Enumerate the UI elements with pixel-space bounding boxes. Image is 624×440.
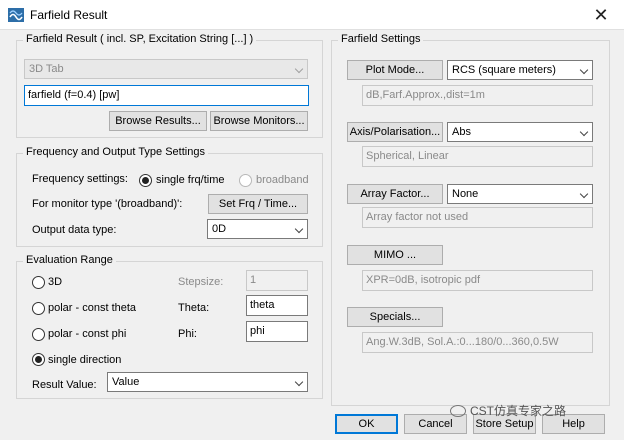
set-frq-time-button[interactable]: Set Frq / Time... [208, 194, 308, 214]
specials-button[interactable]: Specials... [347, 307, 443, 327]
result-value-label: Result Value: [32, 379, 97, 391]
axis-polarisation-button[interactable]: Axis/Polarisation... [347, 122, 443, 142]
title-bar: Farfield Result ✕ [0, 0, 624, 30]
result-name-field[interactable]: farfield (f=0.4) [pw] [24, 85, 309, 106]
ok-button[interactable]: OK [335, 414, 398, 434]
label-3d[interactable]: 3D [48, 276, 62, 288]
browse-monitors-button[interactable]: Browse Monitors... [210, 111, 308, 131]
theta-label: Theta: [178, 302, 210, 314]
stepsize-label: Stepsize: [178, 276, 224, 288]
mimo-button[interactable]: MIMO ... [347, 245, 443, 265]
group-title: Farfield Result ( incl. SP, Excitation S… [23, 33, 257, 45]
output-type-value: 0D [212, 223, 227, 235]
group-title: Evaluation Range [23, 254, 116, 266]
plot-mode-button[interactable]: Plot Mode... [347, 60, 443, 80]
array-factor-button[interactable]: Array Factor... [347, 184, 443, 204]
radio-3d[interactable] [32, 276, 45, 289]
label-polar-phi[interactable]: polar - const phi [48, 328, 126, 340]
chevron-down-icon [294, 377, 304, 387]
array-factor-select[interactable]: None [447, 184, 593, 204]
chevron-down-icon [579, 127, 589, 137]
mimo-info: XPR=0dB, isotropic pdf [362, 270, 593, 291]
phi-field[interactable]: phi [246, 321, 308, 342]
plot-mode-info: dB,Farf.Approx.,dist=1m [362, 85, 593, 106]
phi-label: Phi: [178, 328, 197, 340]
theta-field[interactable]: theta [246, 295, 308, 316]
tab-select: 3D Tab [24, 59, 308, 79]
single-frq-radio[interactable] [139, 174, 152, 187]
specials-info: Ang.W.3dB, Sol.A.:0...180/0...360,0.5W [362, 332, 593, 353]
array-factor-value: None [452, 188, 479, 200]
axis-value: Abs [452, 126, 471, 138]
radio-polar-phi[interactable] [32, 328, 45, 341]
tab-select-value: 3D Tab [29, 63, 64, 75]
window-title: Farfield Result [30, 8, 108, 22]
label-polar-theta[interactable]: polar - const theta [48, 302, 136, 314]
chevron-down-icon [294, 224, 304, 234]
close-icon[interactable]: ✕ [588, 3, 614, 27]
plot-mode-select[interactable]: RCS (square meters) [447, 60, 593, 80]
group-title: Frequency and Output Type Settings [23, 146, 208, 158]
output-type-label: Output data type: [32, 224, 117, 236]
chevron-down-icon [579, 65, 589, 75]
single-frq-label[interactable]: single frq/time [156, 174, 224, 186]
frequency-settings-label: Frequency settings: [32, 173, 128, 185]
result-value-select[interactable]: Value [107, 372, 308, 392]
broadband-label: broadband [256, 174, 309, 186]
radio-polar-theta[interactable] [32, 302, 45, 315]
watermark-text: CST仿真专家之路 [470, 404, 567, 418]
result-value-value: Value [112, 376, 140, 388]
axis-info: Spherical, Linear [362, 146, 593, 167]
chat-icon [450, 405, 466, 417]
output-type-select[interactable]: 0D [207, 219, 308, 239]
watermark: CST仿真专家之路 [450, 402, 566, 419]
label-single-direction[interactable]: single direction [48, 354, 121, 366]
app-icon [8, 8, 24, 22]
plot-mode-value: RCS (square meters) [452, 64, 556, 76]
axis-select[interactable]: Abs [447, 122, 593, 142]
chevron-down-icon [579, 189, 589, 199]
radio-single-direction[interactable] [32, 353, 45, 366]
broadband-radio [239, 174, 252, 187]
group-title: Farfield Settings [338, 33, 424, 45]
monitor-type-label: For monitor type '(broadband)': [32, 198, 183, 210]
array-factor-info: Array factor not used [362, 207, 593, 228]
browse-results-button[interactable]: Browse Results... [109, 111, 207, 131]
chevron-down-icon [294, 64, 304, 74]
stepsize-field: 1 [246, 270, 308, 291]
